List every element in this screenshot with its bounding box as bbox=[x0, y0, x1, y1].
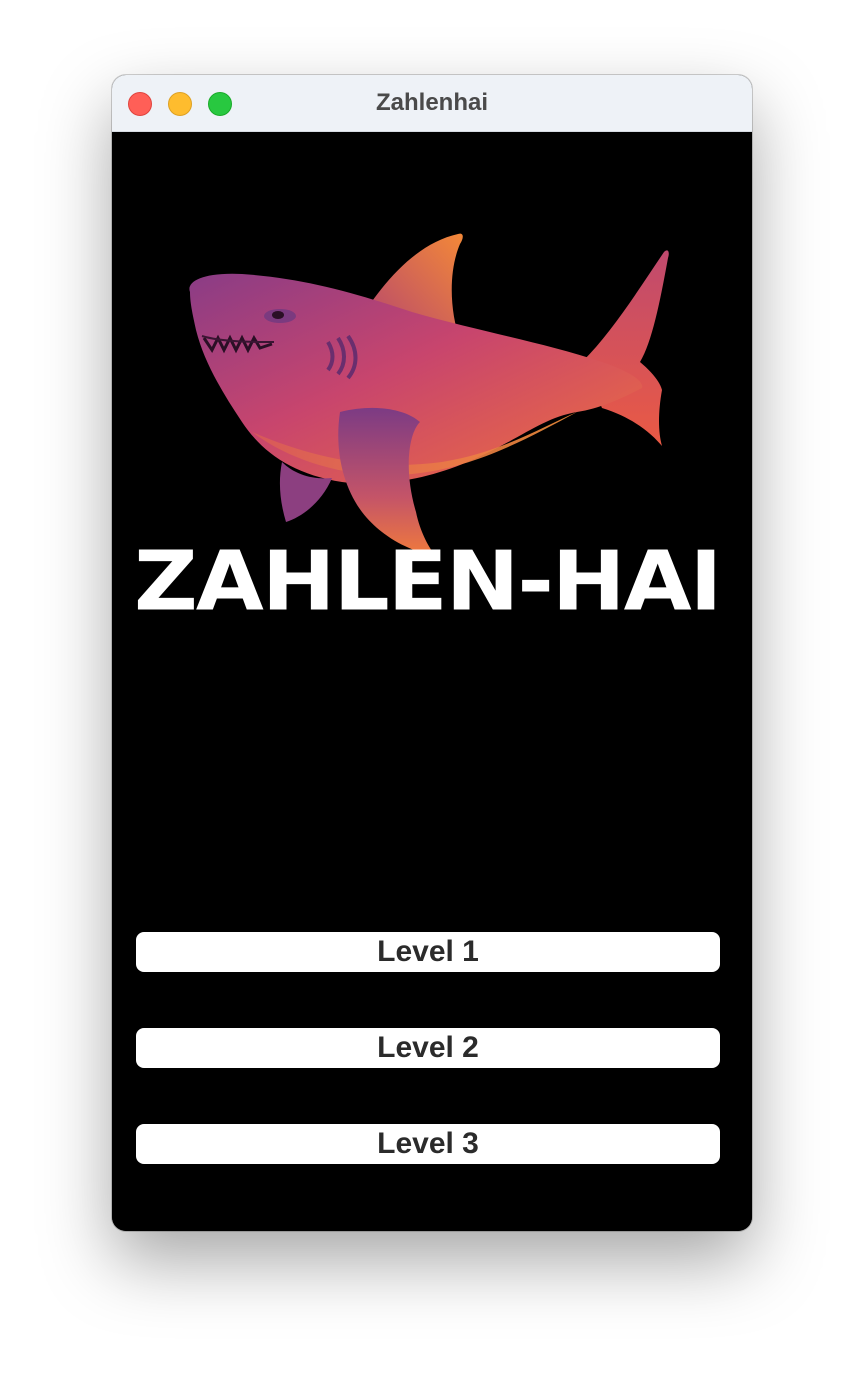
main-content: ZAHLEN-HAI Level 1 Level 2 Level 3 bbox=[112, 132, 752, 1231]
title-bar: Zahlenhai bbox=[112, 75, 752, 132]
level-2-button[interactable]: Level 2 bbox=[136, 1028, 720, 1068]
shark-logo-image bbox=[189, 233, 669, 556]
window-title: Zahlenhai bbox=[375, 89, 489, 116]
app-logo-text: ZAHLEN-HAI bbox=[134, 533, 722, 629]
level-3-button[interactable]: Level 3 bbox=[136, 1124, 720, 1164]
level-1-button[interactable]: Level 1 bbox=[136, 932, 720, 972]
app-window: Zahlenhai ZAHLEN-HAI Level 1 Level 2 Lev… bbox=[112, 75, 752, 1231]
